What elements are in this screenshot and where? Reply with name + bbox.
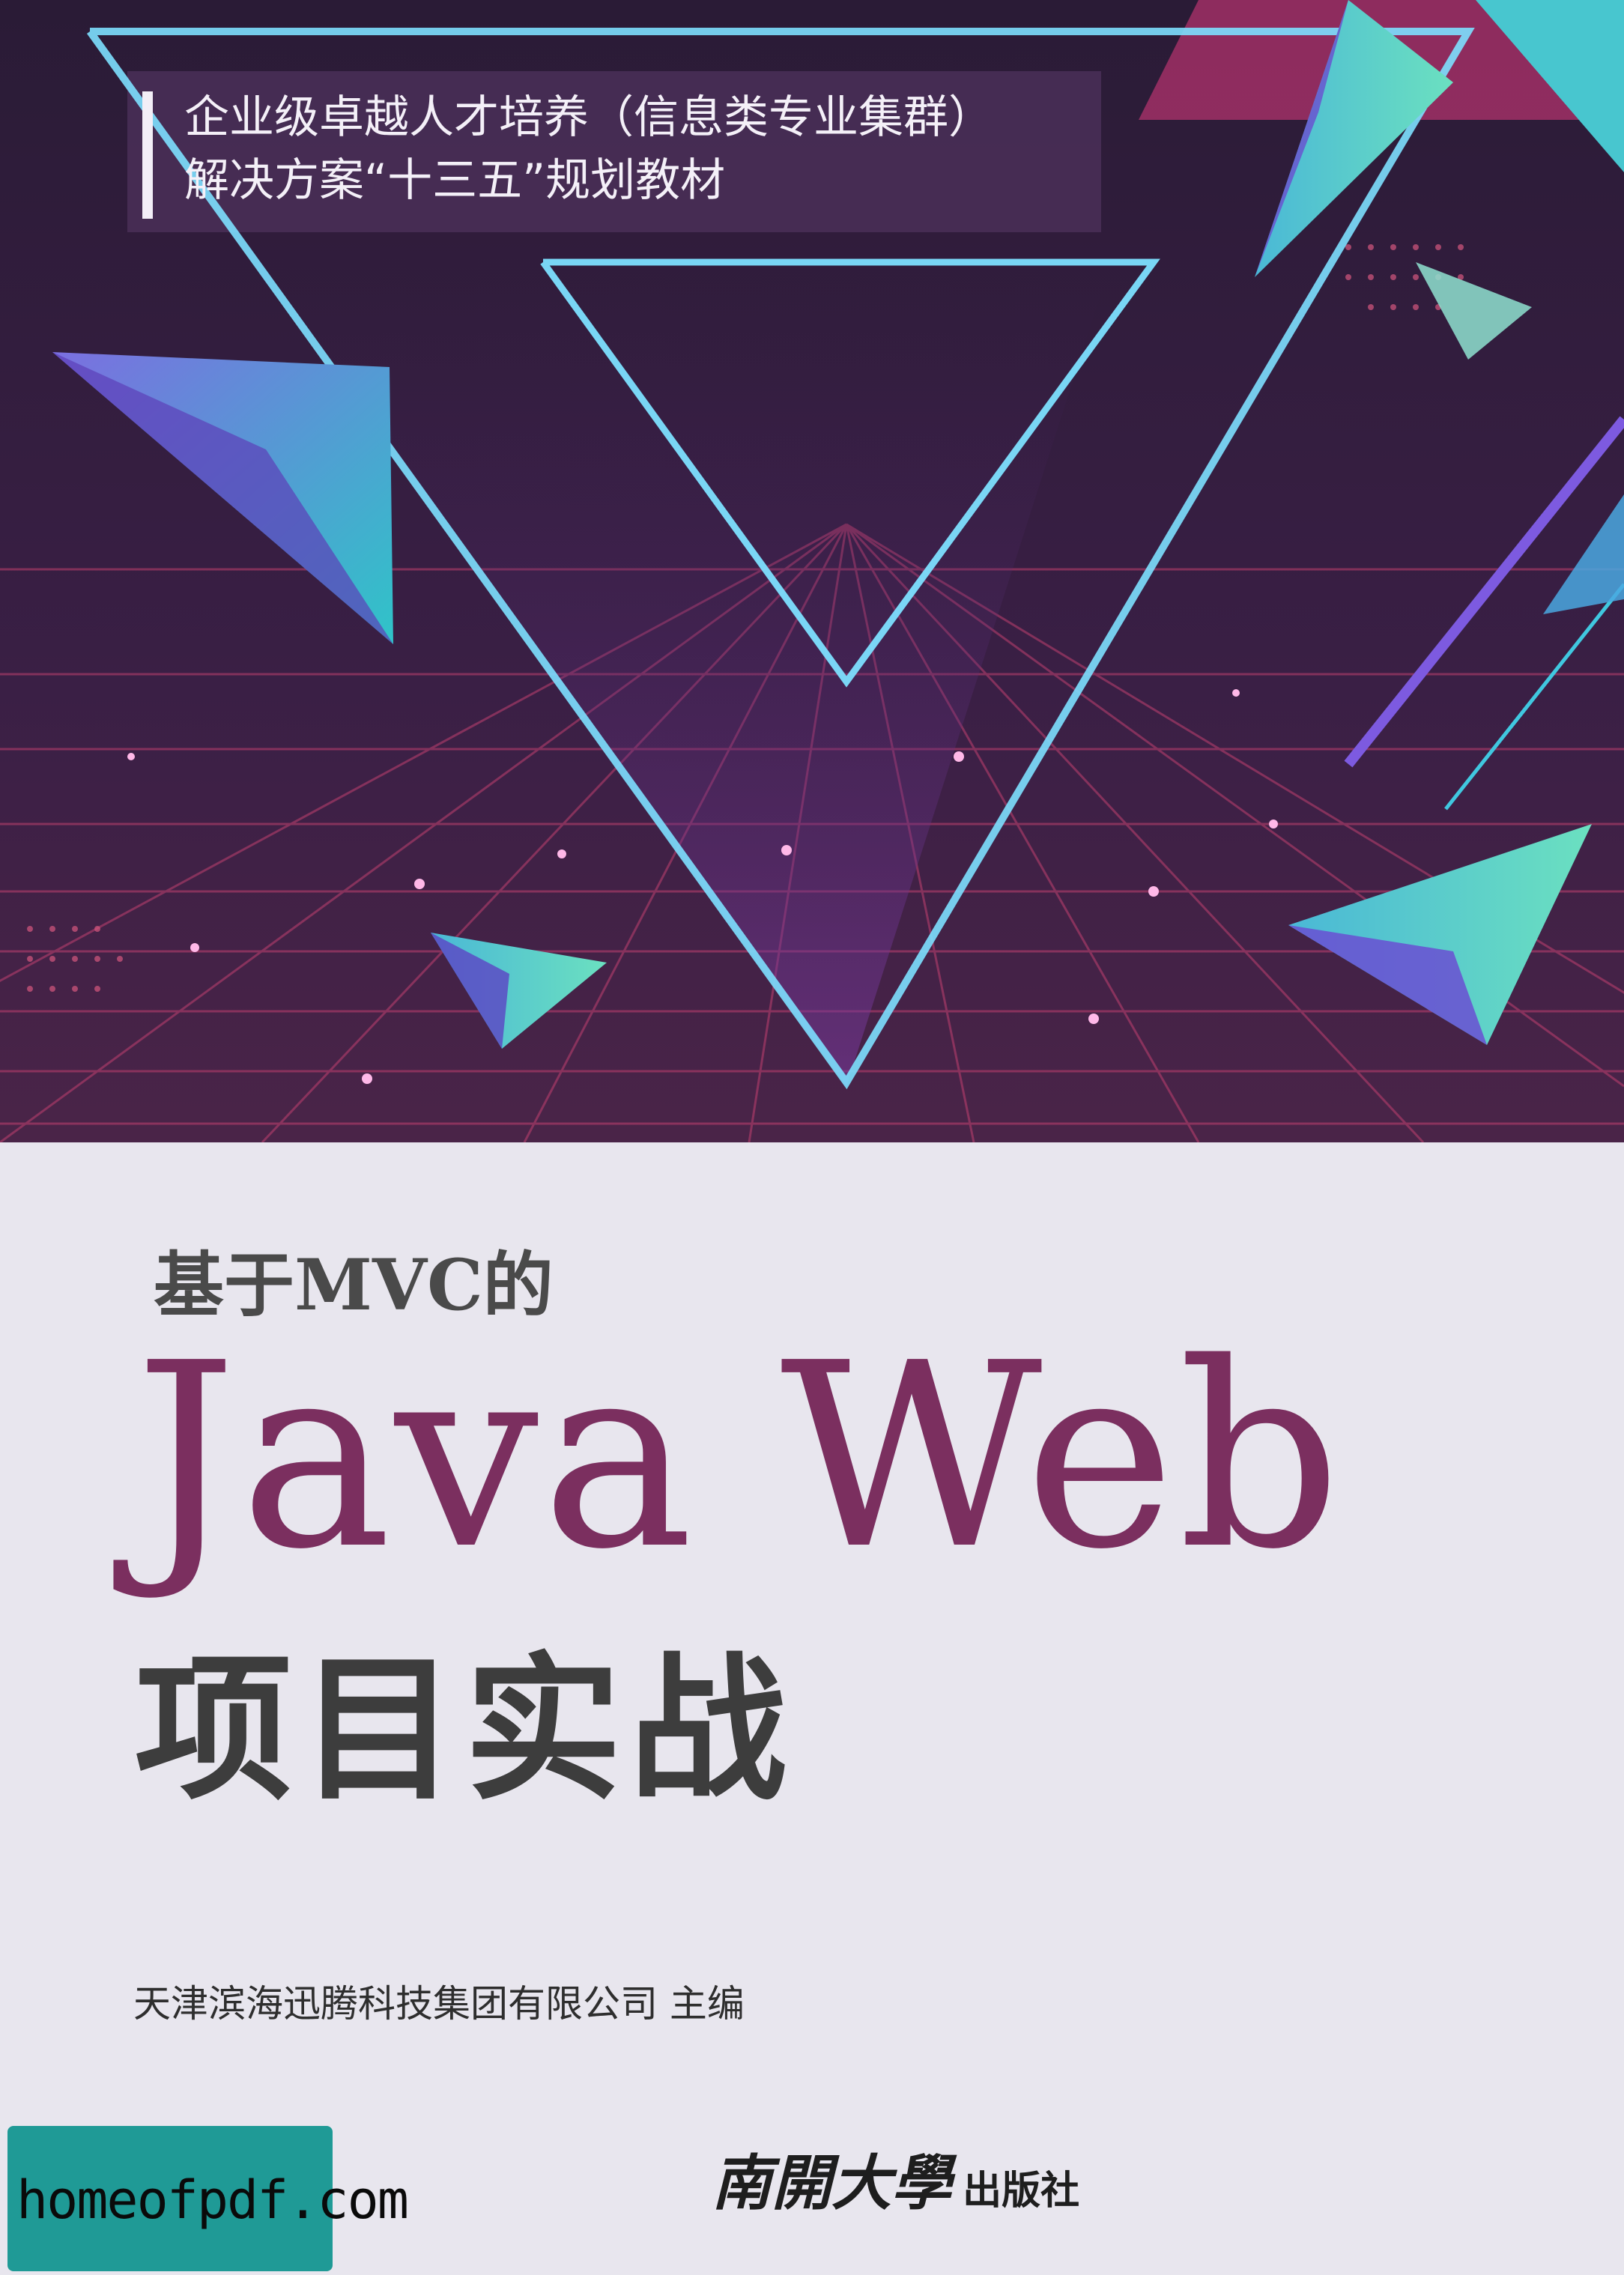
series-line-2: 解决方案“十三五”规划教材 xyxy=(184,154,726,207)
series-bar xyxy=(142,91,153,219)
title-subtitle: 项目实战 xyxy=(135,1638,795,1822)
series-banner: 企业级卓越人才培养（信息类专业集群） 解决方案“十三五”规划教材 xyxy=(142,82,1116,232)
publisher-press: 出版社 xyxy=(963,2169,1080,2214)
series-line-1: 企业级卓越人才培养（信息类专业集群） xyxy=(184,91,993,144)
publisher: 南開大學 出版社 xyxy=(712,2135,1079,2222)
publisher-logo: 南開大學 xyxy=(712,2148,951,2218)
watermark-text: homeofpdf.com xyxy=(16,2169,409,2231)
editor-credit: 天津滨海迅腾科技集团有限公司 主编 xyxy=(133,1982,745,2026)
title-main: Java Web xyxy=(135,1309,1345,1605)
cover-artwork xyxy=(0,0,1624,2275)
watermark-badge: homeofpdf.com xyxy=(7,2126,409,2271)
